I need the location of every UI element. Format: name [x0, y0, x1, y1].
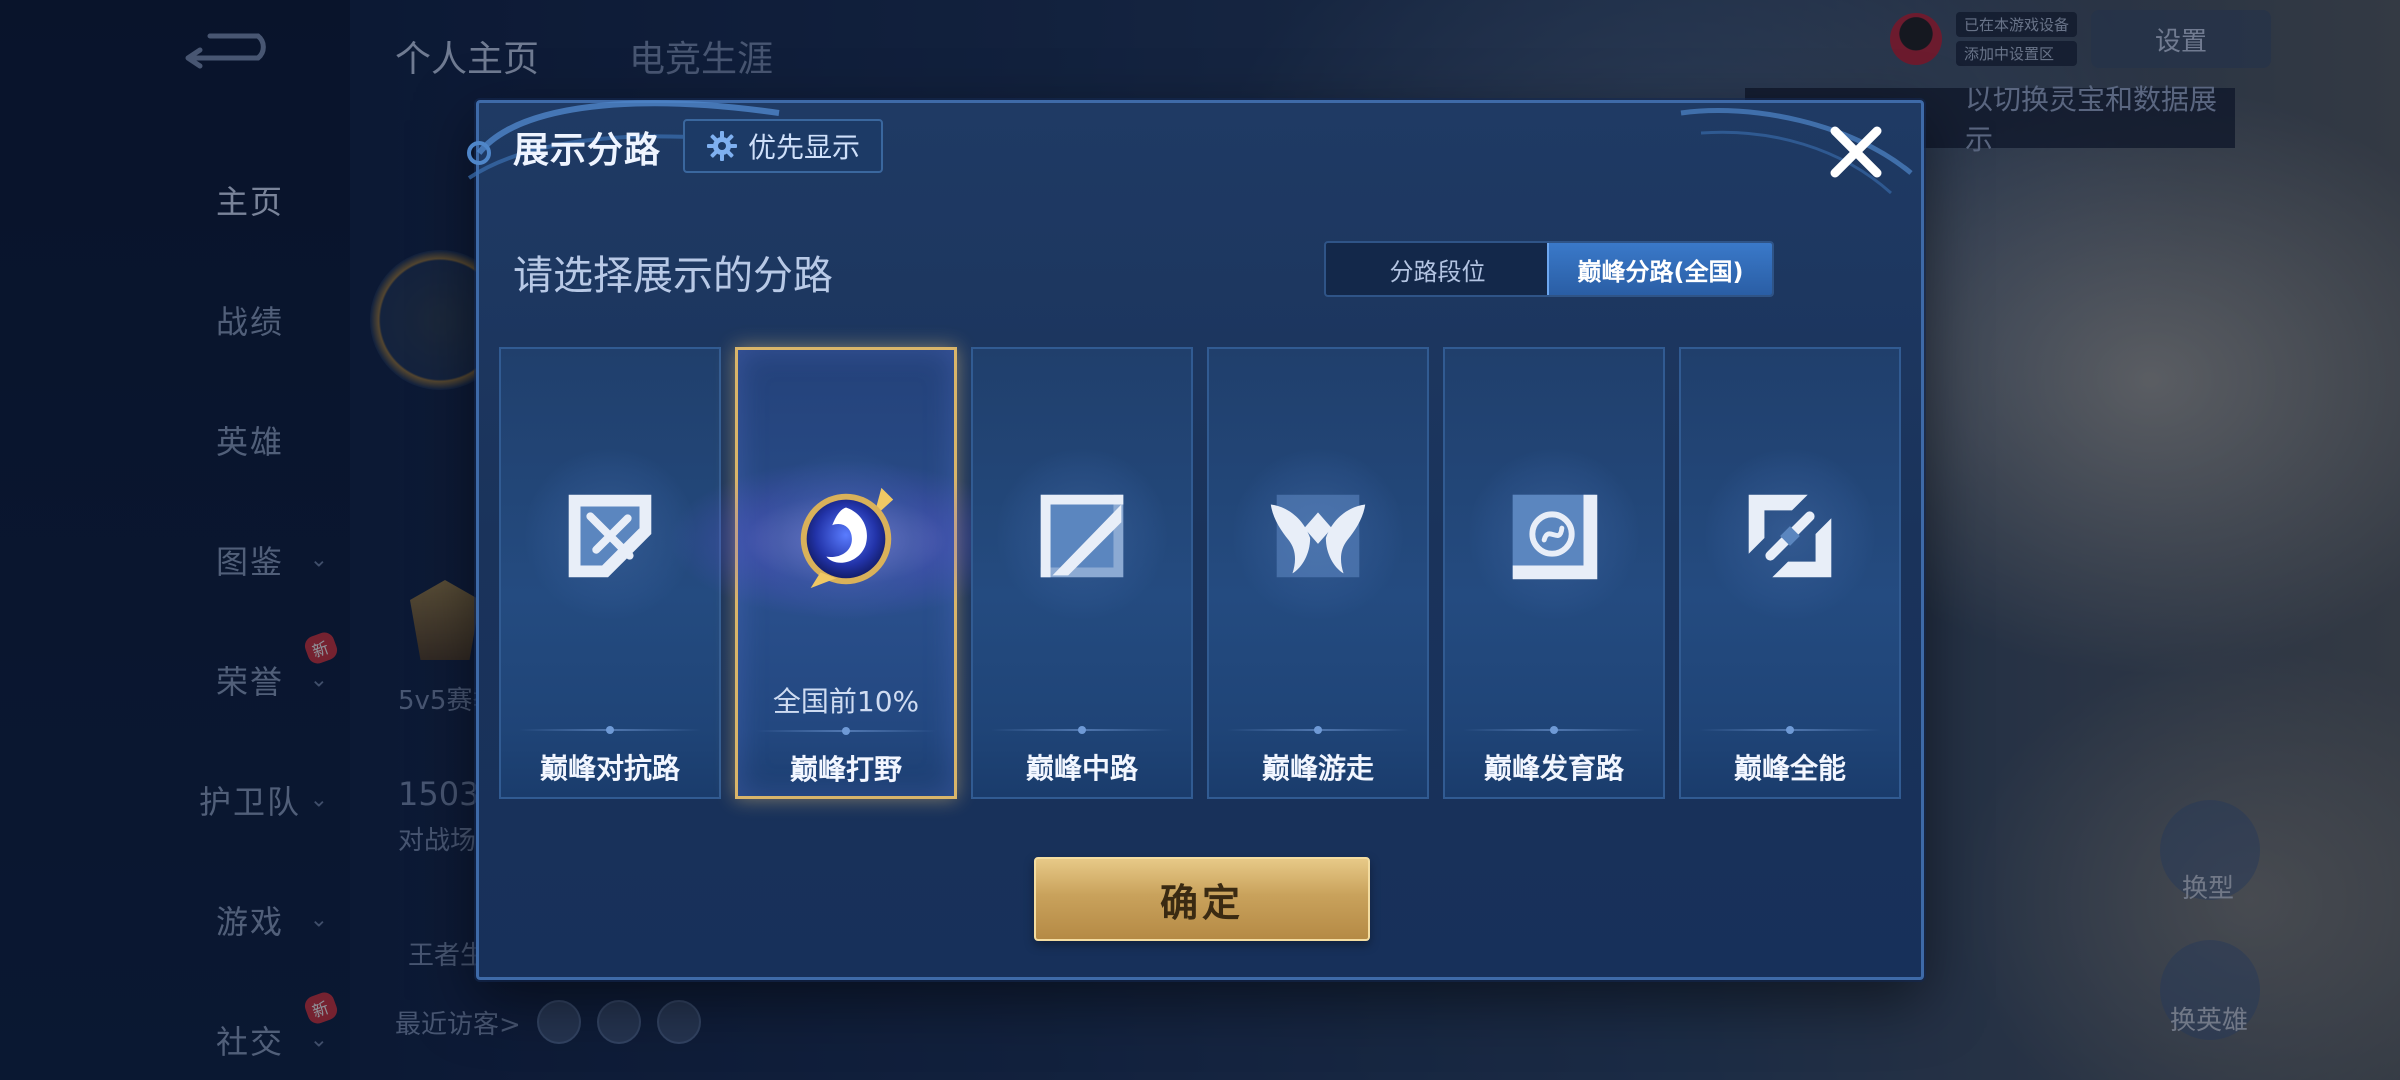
confirm-button[interactable]: 确定	[1034, 857, 1370, 941]
lane-card-bottom[interactable]: 巅峰发育路	[1443, 347, 1665, 799]
header-ornament-icon	[1680, 108, 1913, 195]
lane-card-mid[interactable]: 巅峰中路	[971, 347, 1193, 799]
lane-card-top[interactable]: 巅峰对抗路	[499, 347, 721, 799]
mid-slash-lane-icon	[1040, 494, 1124, 578]
lane-card-all-round[interactable]: 巅峰全能	[1679, 347, 1901, 799]
card-divider	[756, 727, 936, 735]
lane-mode-toggle: 分路段位 巅峰分路(全国)	[1324, 241, 1774, 297]
close-icon	[1830, 126, 1882, 178]
priority-display-button[interactable]: 优先显示	[683, 119, 883, 173]
sword-cross-lane-icon	[568, 494, 652, 578]
gear-icon	[706, 131, 737, 161]
card-divider	[1699, 726, 1881, 734]
dragon-emblem-icon	[800, 487, 894, 589]
lane-card-list: 巅峰对抗路 全国前10% 巅峰打野 巅峰中路 巅峰游走 巅峰发育路 巅峰全能	[499, 347, 1901, 799]
wings-lane-icon	[1270, 494, 1366, 578]
card-divider	[991, 726, 1173, 734]
card-divider	[1227, 726, 1409, 734]
national-rank-label: 全国前10%	[772, 685, 920, 718]
lane-display-dialog: 展示分路 优先显示 请选择展示的分路 分路段位 巅峰分路(全国) 巅峰对抗路 全…	[467, 100, 1924, 980]
toggle-lane-rank[interactable]: 分路段位	[1326, 243, 1549, 295]
toggle-peak-lane-national[interactable]: 巅峰分路(全国)	[1547, 243, 1772, 295]
select-lane-prompt: 请选择展示的分路	[513, 253, 833, 299]
card-divider	[519, 726, 701, 734]
dialog-title: 展示分路	[513, 130, 662, 171]
priority-display-label: 优先显示	[747, 131, 860, 164]
lane-card-label: 巅峰打野	[789, 753, 902, 786]
close-button[interactable]	[1821, 117, 1891, 187]
lane-card-roam[interactable]: 巅峰游走	[1207, 347, 1429, 799]
lane-card-label: 巅峰全能	[1733, 752, 1846, 785]
card-divider	[1463, 726, 1645, 734]
lane-card-label: 巅峰游走	[1261, 752, 1374, 785]
lane-card-label: 巅峰中路	[1025, 752, 1138, 785]
lane-card-jungle[interactable]: 全国前10% 巅峰打野	[668, 347, 1024, 799]
lane-card-label: 巅峰发育路	[1483, 752, 1624, 785]
bottom-corner-lane-icon	[1512, 494, 1598, 580]
all-round-lane-icon	[1748, 494, 1832, 578]
lane-card-label: 巅峰对抗路	[539, 752, 680, 785]
